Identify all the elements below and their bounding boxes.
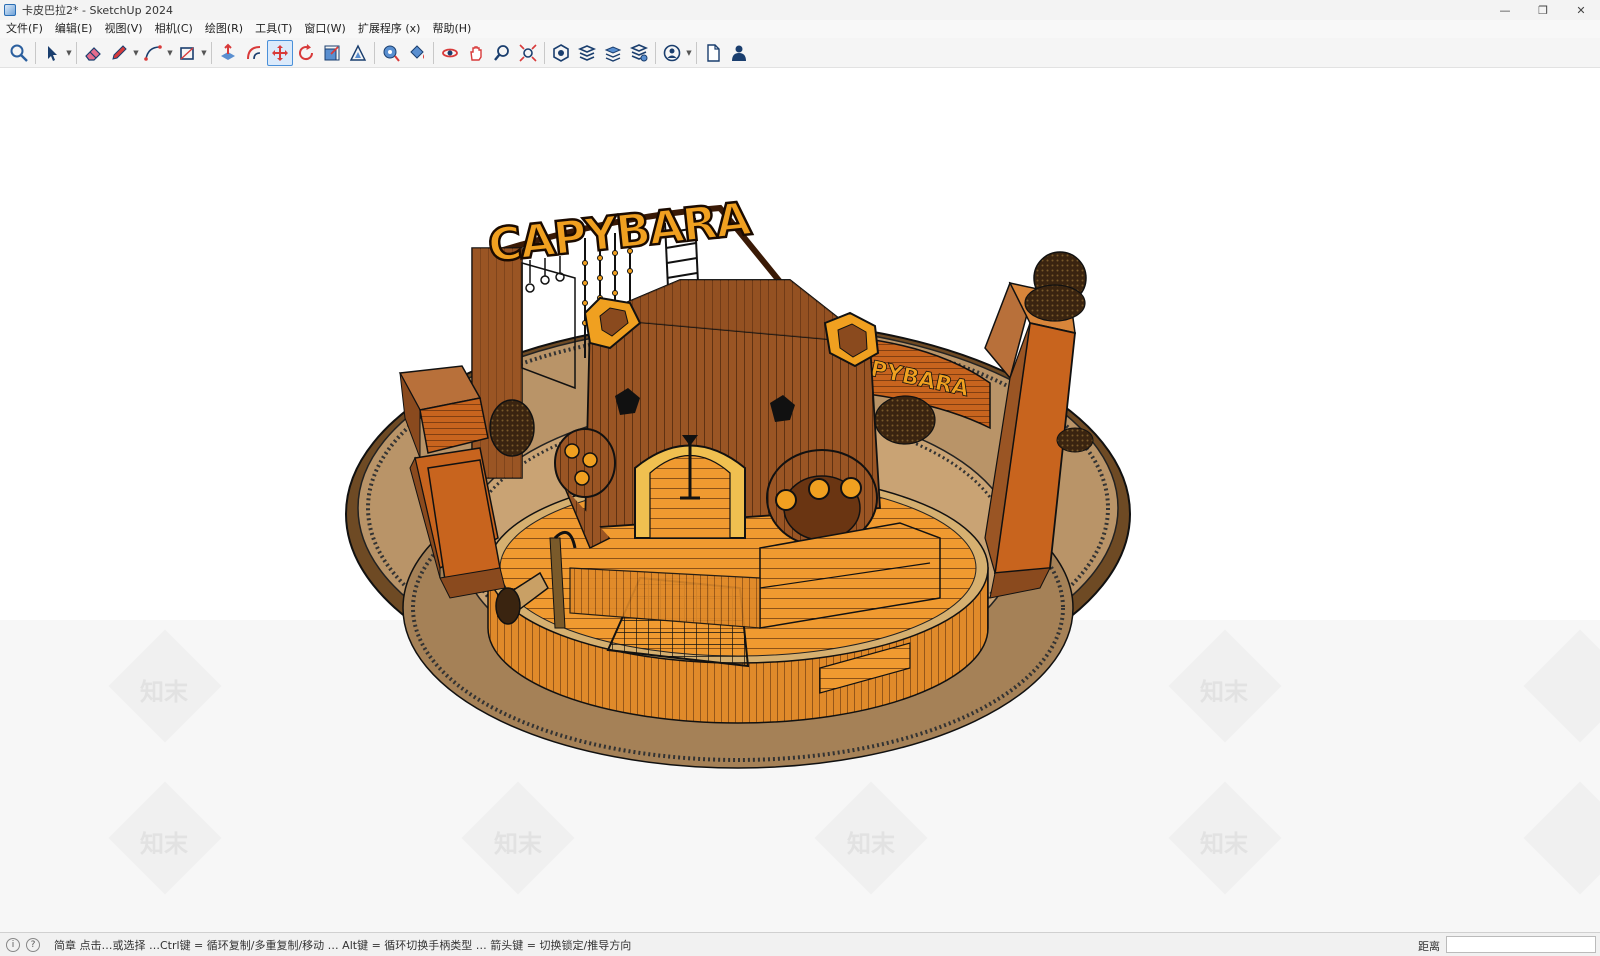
warehouse-icon[interactable] [548, 40, 574, 66]
chevron-down-icon[interactable]: ▼ [200, 40, 208, 66]
new-file-icon[interactable] [700, 40, 726, 66]
menu-edit[interactable]: 编辑(E) [49, 20, 99, 38]
measurement-input[interactable] [1446, 936, 1596, 953]
chevron-down-icon[interactable]: ▼ [132, 40, 140, 66]
arrow-cursor-icon[interactable] [39, 40, 65, 66]
zoom-icon[interactable] [489, 40, 515, 66]
pan-hand-icon[interactable] [463, 40, 489, 66]
watermark-text: 知末 [494, 830, 543, 858]
toolbar-separator [374, 41, 375, 64]
menu-bar: 文件(F) 编辑(E) 视图(V) 相机(C) 绘图(R) 工具(T) 窗口(W… [0, 20, 1600, 38]
orbit-icon[interactable] [437, 40, 463, 66]
status-bar: i ? 简章 点击…或选择 …Ctrl键 = 循环复制/多重复制/移动 … Al… [0, 932, 1600, 956]
status-hint: 简章 点击…或选择 …Ctrl键 = 循环复制/多重复制/移动 … Alt键 =… [54, 938, 632, 952]
model-drawing: 知末 知末 知末 知末 知末 知末 CAPYBARA PYBARA [108, 190, 1600, 895]
measurement-label: 距离 [1418, 940, 1440, 953]
chevron-down-icon[interactable]: ▼ [685, 40, 693, 66]
toolbar-separator [211, 41, 212, 64]
restore-button[interactable]: ❐ [1524, 0, 1562, 20]
toolbar-separator [544, 41, 545, 64]
toolbar-separator [696, 41, 697, 64]
window-title: 卡皮巴拉2* - SketchUp 2024 [22, 4, 174, 17]
toolbar-separator [433, 41, 434, 64]
watermark-text: 知末 [1200, 830, 1249, 858]
sketchup-app-icon [4, 4, 16, 16]
watermark-text: 知末 [1200, 678, 1249, 706]
menu-tools[interactable]: 工具(T) [249, 20, 298, 38]
pencil-icon[interactable] [106, 40, 132, 66]
menu-file[interactable]: 文件(F) [0, 20, 49, 38]
user-icon[interactable] [726, 40, 752, 66]
arc-icon[interactable] [140, 40, 166, 66]
menu-draw[interactable]: 绘图(R) [199, 20, 249, 38]
toolbar-separator [655, 41, 656, 64]
menu-help[interactable]: 帮助(H) [426, 20, 477, 38]
menu-extensions[interactable]: 扩展程序 (x) [352, 20, 427, 38]
toolbar-separator [76, 41, 77, 64]
follow-me-icon[interactable] [241, 40, 267, 66]
rotate-icon[interactable] [293, 40, 319, 66]
close-button[interactable]: ✕ [1562, 0, 1600, 20]
model-viewport[interactable]: 知末 知末 知末 知末 知末 知末 CAPYBARA PYBARA [0, 68, 1600, 932]
magnifier-icon[interactable] [6, 40, 32, 66]
window-controls: — ❐ ✕ [1486, 0, 1600, 20]
extension-warehouse-icon[interactable] [574, 40, 600, 66]
watermark-text: 知末 [140, 830, 189, 858]
move-icon[interactable] [267, 39, 293, 66]
main-toolbar: ▼ ▼ ▼ ▼ ▼ [0, 38, 1600, 68]
rectangle-icon[interactable] [174, 40, 200, 66]
tape-measure-icon[interactable] [378, 40, 404, 66]
layout-icon[interactable] [600, 40, 626, 66]
watermark-text: 知末 [140, 678, 189, 706]
account-icon[interactable] [659, 40, 685, 66]
extension-manager-icon[interactable] [626, 40, 652, 66]
menu-view[interactable]: 视图(V) [98, 20, 148, 38]
watermark-text: 知末 [847, 830, 896, 858]
menu-window[interactable]: 窗口(W) [298, 20, 351, 38]
eraser-icon[interactable] [80, 40, 106, 66]
minimize-button[interactable]: — [1486, 0, 1524, 20]
chevron-down-icon[interactable]: ▼ [65, 40, 73, 66]
zoom-extents-icon[interactable] [515, 40, 541, 66]
scale-icon[interactable] [319, 40, 345, 66]
paint-bucket-icon[interactable] [404, 40, 430, 66]
toolbar-separator [35, 41, 36, 64]
capybara-sign-text: CAPYBARA [485, 191, 754, 272]
help-icon[interactable]: ? [26, 937, 40, 952]
menu-camera[interactable]: 相机(C) [149, 20, 199, 38]
title-bar: 卡皮巴拉2* - SketchUp 2024 — ❐ ✕ [0, 0, 1600, 20]
offset-icon[interactable] [345, 40, 371, 66]
push-pull-icon[interactable] [215, 40, 241, 66]
chevron-down-icon[interactable]: ▼ [166, 40, 174, 66]
info-icon[interactable]: i [6, 937, 20, 952]
